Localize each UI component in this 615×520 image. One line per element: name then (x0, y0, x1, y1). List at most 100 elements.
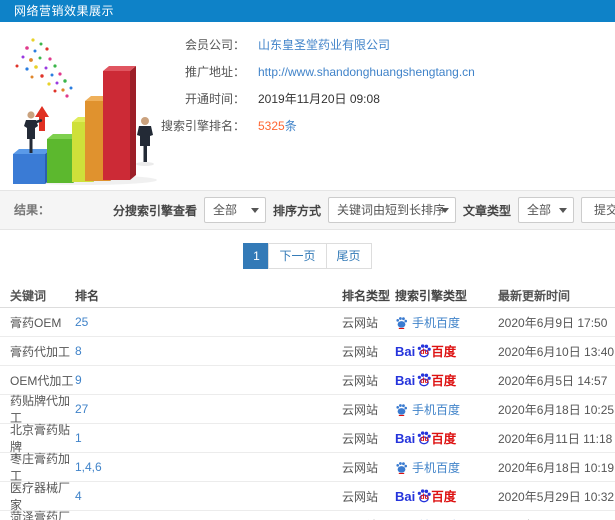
mobile-baidu-link[interactable]: 手机百度 (395, 517, 460, 520)
baidu-link[interactable]: Bai du 百度 (395, 343, 456, 359)
mobile-baidu-link[interactable]: 手机百度 (395, 314, 460, 331)
sort-filter-value: 关键词由短到长排序 (336, 203, 445, 217)
rank-count-label: 搜索引擎排名： (160, 119, 245, 133)
submit-button[interactable]: 提交 (580, 197, 615, 223)
baidu-link[interactable]: Bai du 百度 (395, 430, 456, 446)
info-row-rank-count: 搜索引擎排名： 5325条 (150, 113, 615, 140)
update-time-cell: 2020年6月11日 11:18 (498, 431, 613, 446)
header-rank-type: 排名类型 (342, 289, 391, 303)
page-button-current[interactable]: 1 (243, 243, 270, 269)
baidu-logo-du: du (420, 494, 429, 501)
baidu-logo-du: du (420, 436, 429, 443)
rank-link[interactable]: 9 (75, 373, 82, 387)
engine-filter-select[interactable]: 全部 (203, 197, 266, 223)
mobile-baidu-link[interactable]: 手机百度 (395, 401, 460, 418)
header-engine-type: 搜索引擎类型 (395, 289, 468, 303)
info-row-url: 推广地址： http://www.shandonghuangshengtang.c… (150, 59, 615, 86)
engine-type-cell: Bai du 百度 (395, 488, 498, 504)
baidu-logo-bai: Bai (395, 431, 416, 446)
baidu-logo-label: 百度 (431, 490, 457, 504)
baidu-link[interactable]: Bai du 百度 (395, 372, 456, 388)
baidu-paw-icon: du (416, 343, 432, 359)
table-row: 枣庄膏药加工 1,4,6 云网站 手机百度 2020年6月18日 10:19 (0, 452, 615, 483)
filter-controls: 分搜索引擎查看 全部 排序方式 关键词由短到长排序 文章类型 全部 提交 (113, 191, 615, 229)
update-time-cell: 2020年6月18日 10:19 (498, 460, 615, 475)
rank-link[interactable]: 27 (75, 402, 88, 416)
engine-filter-value: 全部 (212, 203, 237, 217)
pagination-group: 1 下一页 尾页 (243, 243, 372, 269)
rank-link[interactable]: 1,4,6 (75, 460, 102, 474)
table-row: 医疗器械厂家 4 云网站 Bai du 百度 2020年5月29日 10:32 (0, 481, 615, 512)
mobile-baidu-label: 手机百度 (412, 315, 461, 330)
rank-type-cell: 云网站 (342, 402, 379, 417)
next-page-button[interactable]: 下一页 (268, 243, 327, 269)
engine-type-cell: 手机百度 (395, 517, 498, 520)
update-time-cell: 2020年6月5日 14:57 (498, 373, 608, 388)
engine-type-cell: Bai du 百度 (395, 372, 498, 388)
baidu-paw-icon: du (416, 488, 432, 504)
baidu-paw-icon (396, 316, 408, 329)
results-table: 关键词 排名 排名类型 搜索引擎类型 最新更新时间 膏药OEM 25 云网站 手… (0, 284, 615, 520)
rank-link[interactable]: 4 (75, 489, 82, 503)
baidu-logo-bai: Bai (395, 489, 416, 504)
rank-link[interactable]: 25 (75, 315, 88, 329)
keyword-cell: 菏泽膏药厂家 (10, 510, 71, 520)
page: 网络营销效果展示 会员公司： 山东皇圣堂药业有限公司 推广地址： http://… (0, 0, 615, 520)
header-rank: 排名 (75, 289, 100, 303)
mobile-baidu-label: 手机百度 (412, 517, 460, 520)
table-row: 北京膏药贴牌 1 云网站 Bai du 百度 2020年6月11日 11:18 (0, 423, 615, 454)
baidu-logo-label: 百度 (431, 432, 457, 446)
baidu-paw-icon (396, 461, 408, 474)
info-row-open-time: 开通时间： 2019年11月20日 09:08 (150, 86, 615, 113)
baidu-paw-icon: du (416, 372, 432, 388)
rank-count-unit: 条 (284, 119, 297, 133)
chevron-down-icon (250, 208, 259, 213)
rank-type-cell: 云网站 (342, 373, 379, 388)
info-row-company: 会员公司： 山东皇圣堂药业有限公司 (150, 32, 615, 59)
bar-red (103, 66, 136, 180)
bar-blue (13, 149, 51, 184)
article-type-value: 全部 (526, 203, 551, 217)
company-info: 会员公司： 山东皇圣堂药业有限公司 推广地址： http://www.shandon… (150, 32, 615, 140)
result-label: 结果： (14, 203, 51, 217)
page-title: 网络营销效果展示 (14, 4, 115, 18)
mobile-baidu-label: 手机百度 (412, 460, 461, 475)
last-page-button[interactable]: 尾页 (325, 243, 372, 269)
company-link[interactable]: 山东皇圣堂药业有限公司 (258, 38, 390, 52)
baidu-logo-du: du (420, 378, 429, 385)
mobile-baidu-link[interactable]: 手机百度 (395, 459, 460, 476)
baidu-link[interactable]: Bai du 百度 (395, 488, 456, 504)
header-keyword: 关键词 (10, 289, 47, 303)
up-arrow-icon (35, 106, 49, 131)
table-row: 膏药代加工 8 云网站 Bai du 百度 2020年6月10日 13:40 (0, 337, 615, 366)
article-type-select[interactable]: 全部 (517, 197, 574, 223)
update-time-cell: 2020年6月9日 17:50 (498, 315, 608, 330)
pagination: 1 下一页 尾页 (0, 243, 615, 269)
article-type-label: 文章类型 (462, 203, 511, 218)
baidu-logo-label: 百度 (431, 345, 457, 359)
filter-bar: 结果： 分搜索引擎查看 全部 排序方式 关键词由短到长排序 文章类型 全部 提交 (0, 190, 615, 230)
table-body: 膏药OEM 25 云网站 手机百度 2020年6月9日 17:50 膏药代加工 … (0, 308, 615, 520)
sort-filter-select[interactable]: 关键词由短到长排序 (327, 197, 456, 223)
baidu-paw-icon (396, 403, 408, 416)
engine-type-cell: 手机百度 (395, 401, 498, 418)
rank-type-cell: 云网站 (342, 489, 379, 504)
open-time-value: 2019年11月20日 09:08 (258, 92, 380, 106)
engine-filter-label: 分搜索引擎查看 (112, 203, 197, 218)
page-title-bar: 网络营销效果展示 (0, 0, 615, 22)
rank-link[interactable]: 1 (75, 431, 82, 445)
promo-url-label: 推广地址： (184, 65, 245, 79)
chevron-down-icon (558, 208, 567, 213)
engine-type-cell: Bai du 百度 (395, 343, 498, 359)
promo-url-link[interactable]: http://www.shandonghuangshengtang.cn (258, 65, 475, 79)
rank-type-cell: 云网站 (342, 344, 379, 359)
update-time-cell: 2020年5月29日 10:32 (498, 489, 615, 504)
company-label: 会员公司： (184, 38, 245, 52)
rank-link[interactable]: 8 (75, 344, 82, 358)
update-time-cell: 2020年6月10日 13:40 (498, 344, 615, 359)
table-row: 菏泽膏药厂家 17 云网站 手机百度 2020年6月11日 11:40 (0, 510, 615, 520)
rank-type-cell: 云网站 (342, 517, 395, 520)
keyword-cell: 膏药OEM (10, 315, 62, 330)
baidu-logo-du: du (420, 349, 429, 356)
chevron-down-icon (440, 208, 449, 213)
